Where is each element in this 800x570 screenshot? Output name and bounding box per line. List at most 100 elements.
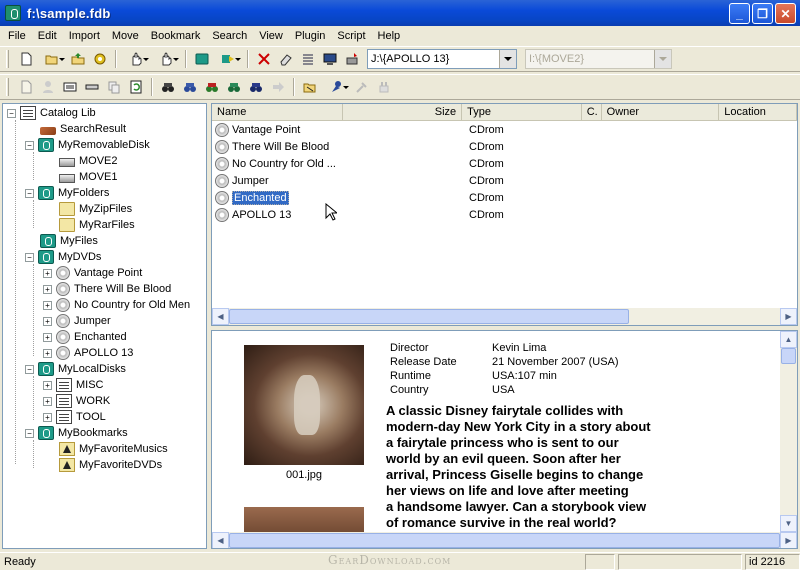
tree-item-bookmarks[interactable]: − MyBookmarks — [25, 425, 128, 441]
open-catalog-button[interactable] — [67, 49, 89, 69]
tree-item-searchresult[interactable]: SearchResult — [40, 121, 126, 137]
list-button[interactable] — [297, 49, 319, 69]
toolbar-grip[interactable] — [6, 78, 9, 96]
expand-icon[interactable]: + — [43, 348, 52, 358]
menu-search[interactable]: Search — [206, 30, 253, 42]
tree-item-dvd[interactable]: + No Country for Old Men — [43, 297, 190, 313]
find-green-button[interactable] — [223, 77, 245, 97]
collapse-icon[interactable]: − — [25, 188, 34, 198]
restore-button[interactable]: ❐ — [752, 3, 773, 24]
refresh-button[interactable] — [125, 77, 147, 97]
tree-item-disk[interactable]: + TOOL — [43, 409, 106, 425]
folder-tools-button[interactable] — [299, 77, 321, 97]
list-horizontal-scrollbar[interactable]: ◀ ▶ — [212, 308, 797, 325]
drive-button[interactable] — [81, 77, 103, 97]
find-button[interactable] — [157, 77, 179, 97]
table-row[interactable]: APOLLO 13 CDrom — [215, 207, 504, 223]
open-button[interactable] — [37, 49, 67, 69]
user-button[interactable] — [37, 77, 59, 97]
blank-page-button[interactable] — [15, 77, 37, 97]
tree-item-zipfiles[interactable]: MyZipFiles — [59, 201, 132, 217]
catalog-tree[interactable]: − Catalog Lib SearchResult − MyRemovable… — [2, 103, 207, 549]
menu-script[interactable]: Script — [331, 30, 371, 42]
tree-item-move2[interactable]: MOVE2 — [59, 153, 118, 169]
column-type[interactable]: Type — [462, 104, 582, 120]
tree-item-dvd[interactable]: + Enchanted — [43, 329, 127, 345]
scroll-right-button[interactable]: ▶ — [780, 308, 797, 325]
tree-item-files[interactable]: MyFiles — [40, 233, 98, 249]
new-button[interactable] — [15, 49, 37, 69]
scroll-right-button[interactable]: ▶ — [780, 532, 797, 548]
duplicate-button[interactable] — [103, 77, 125, 97]
tree-item-dvd[interactable]: + There Will Be Blood — [43, 281, 171, 297]
collapse-icon[interactable]: − — [25, 364, 34, 374]
tree-root[interactable]: − Catalog Lib — [7, 105, 96, 121]
scroll-up-button[interactable]: ▲ — [780, 331, 797, 348]
table-row-selected[interactable]: Enchanted CDrom — [215, 190, 504, 206]
disk-button[interactable] — [191, 49, 213, 69]
tree-item-dvds[interactable]: − MyDVDs — [25, 249, 101, 265]
scroll-left-button[interactable]: ◀ — [212, 308, 229, 325]
menu-plugin[interactable]: Plugin — [289, 30, 332, 42]
menu-move[interactable]: Move — [106, 30, 145, 42]
find-red-button[interactable] — [201, 77, 223, 97]
toolbar-grip[interactable] — [6, 50, 9, 68]
tree-item-disk[interactable]: + MISC — [43, 377, 104, 393]
tree-item-rarfiles[interactable]: MyRarFiles — [59, 217, 135, 233]
tree-item-disk[interactable]: + WORK — [43, 393, 110, 409]
column-c[interactable]: C. — [582, 104, 602, 120]
menu-view[interactable]: View — [253, 30, 289, 42]
table-row[interactable]: No Country for Old ... CDrom — [215, 156, 504, 172]
scroll-thumb[interactable] — [229, 309, 629, 324]
delete-button[interactable] — [253, 49, 275, 69]
card-button[interactable] — [59, 77, 81, 97]
table-row[interactable]: Vantage Point CDrom — [215, 122, 504, 138]
tree-item-move1[interactable]: MOVE1 — [59, 169, 118, 185]
scroll-down-button[interactable]: ▼ — [780, 515, 797, 532]
menu-bookmark[interactable]: Bookmark — [145, 30, 207, 42]
tree-item-dvd[interactable]: + Vantage Point — [43, 265, 142, 281]
collapse-icon[interactable]: − — [25, 140, 34, 150]
copy-button[interactable] — [121, 49, 151, 69]
tree-item-favmusics[interactable]: MyFavoriteMusics — [59, 441, 168, 457]
scroll-thumb[interactable] — [781, 348, 796, 364]
scroll-left-button[interactable]: ◀ — [212, 532, 229, 548]
expand-icon[interactable]: + — [43, 396, 52, 406]
rename-button[interactable] — [275, 49, 297, 69]
file-list[interactable]: Name Size Type C. Owner Location Vantage… — [211, 103, 798, 326]
tree-item-dvd[interactable]: + Jumper — [43, 313, 111, 329]
tree-item-dvd[interactable]: + APOLLO 13 — [43, 345, 133, 361]
find-next-button[interactable] — [179, 77, 201, 97]
expand-icon[interactable]: + — [43, 284, 52, 294]
expand-icon[interactable]: + — [43, 332, 52, 342]
expand-icon[interactable]: + — [43, 412, 52, 422]
collapse-icon[interactable]: − — [7, 108, 16, 118]
collapse-icon[interactable]: − — [25, 252, 34, 262]
tree-item-folders[interactable]: − MyFolders — [25, 185, 109, 201]
table-row[interactable]: There Will Be Blood CDrom — [215, 139, 504, 155]
column-owner[interactable]: Owner — [602, 104, 720, 120]
close-button[interactable]: ✕ — [775, 3, 796, 24]
settings-button[interactable] — [89, 49, 111, 69]
minimize-button[interactable]: _ — [729, 3, 750, 24]
tree-item-favdvds[interactable]: MyFavoriteDVDs — [59, 457, 162, 473]
path-combo[interactable]: J:\{APOLLO 13} — [367, 49, 517, 69]
column-name[interactable]: Name — [212, 104, 343, 120]
menu-help[interactable]: Help — [372, 30, 407, 42]
expand-icon[interactable]: + — [43, 268, 52, 278]
bookmark-button[interactable] — [321, 77, 351, 97]
detail-vertical-scrollbar[interactable]: ▲ ▼ — [780, 331, 797, 532]
menu-file[interactable]: File — [2, 30, 32, 42]
scan-button[interactable] — [341, 49, 363, 69]
expand-icon[interactable]: + — [43, 316, 52, 326]
table-row[interactable]: Jumper CDrom — [215, 173, 504, 189]
collapse-icon[interactable]: − — [25, 428, 34, 438]
column-location[interactable]: Location — [719, 104, 797, 120]
tree-item-localdisks[interactable]: − MyLocalDisks — [25, 361, 126, 377]
computer-button[interactable] — [319, 49, 341, 69]
expand-icon[interactable]: + — [43, 380, 52, 390]
tree-item-removable[interactable]: − MyRemovableDisk — [25, 137, 150, 153]
find-all-button[interactable] — [245, 77, 267, 97]
column-size[interactable]: Size — [343, 104, 463, 120]
chevron-down-icon[interactable] — [499, 50, 516, 68]
